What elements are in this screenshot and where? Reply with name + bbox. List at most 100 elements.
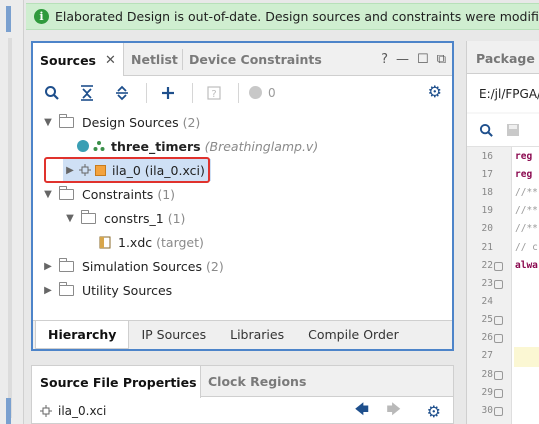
simulation-sources-count: (2) xyxy=(206,258,224,274)
tab-libraries[interactable]: Libraries xyxy=(218,321,296,349)
fold-marker-icon[interactable] xyxy=(494,334,503,343)
sources-view-tabs: Hierarchy IP Sources Libraries Compile O… xyxy=(33,320,452,349)
svg-text:?: ? xyxy=(211,89,216,100)
fold-marker-icon[interactable] xyxy=(494,280,503,289)
tab-clock-regions[interactable]: Clock Regions xyxy=(208,366,306,397)
tab-source-file-properties-label: Source File Properties xyxy=(40,374,197,390)
chevron-down-icon[interactable]: ▼ xyxy=(63,213,77,224)
chevron-right-icon[interactable]: ▶ xyxy=(41,261,55,272)
properties-tabbar: Source File Properties Clock Regions xyxy=(32,366,453,398)
three-timers-file: (Breathinglamp.v) xyxy=(204,138,319,154)
tab-ip-sources[interactable]: IP Sources xyxy=(129,321,218,349)
tab-source-file-properties[interactable]: Source File Properties xyxy=(32,366,201,398)
utility-sources-label: Utility Sources xyxy=(82,282,173,298)
tab-clock-regions-label: Clock Regions xyxy=(208,374,307,389)
toolbar-separator xyxy=(146,82,147,103)
expand-all-icon[interactable] xyxy=(111,82,133,104)
left-scrollbar[interactable] xyxy=(8,38,12,418)
tab-netlist-label: Netlist xyxy=(131,52,178,67)
tree-item-ila-0[interactable]: ▶ ila_0 (ila_0.xci) xyxy=(63,159,211,181)
tree-item-simulation-sources[interactable]: ▶ Simulation Sources (2) xyxy=(41,255,224,277)
fold-marker-icon[interactable] xyxy=(494,262,503,271)
design-sources-count: (2) xyxy=(182,114,201,130)
tab-device-constraints-label: Device Constraints xyxy=(189,52,322,67)
tab-divider xyxy=(182,49,183,70)
fold-marker-icon[interactable] xyxy=(494,316,503,325)
code-line-16: reg xyxy=(515,151,533,162)
tree-item-three-timers[interactable]: three_timers (Breathinglamp.v) xyxy=(77,135,318,157)
chevron-right-icon[interactable]: ▶ xyxy=(63,165,77,176)
minimize-icon[interactable]: — xyxy=(396,52,409,67)
code-line-21: // c xyxy=(515,242,538,253)
tree-item-design-sources[interactable]: ▼ Design Sources (2) xyxy=(41,111,200,133)
out-of-date-banner: i Elaborated Design is out-of-date. Desi… xyxy=(26,3,539,30)
design-sources-label: Design Sources xyxy=(82,114,179,130)
code-line-19: //** xyxy=(515,205,538,216)
code-line-22: alwa xyxy=(515,260,538,271)
forward-arrow-icon: 🡆 xyxy=(386,402,401,418)
search-icon[interactable] xyxy=(41,82,63,104)
folder-icon xyxy=(80,209,96,224)
help-icon[interactable]: ? xyxy=(381,52,388,67)
tree-item-xdc[interactable]: 1.xdc (target) xyxy=(99,231,204,253)
tab-netlist[interactable]: Netlist xyxy=(131,43,178,76)
line-number: 17 xyxy=(481,169,493,180)
close-icon[interactable]: ✕ xyxy=(105,53,116,68)
folder-icon xyxy=(58,281,74,296)
search-icon[interactable] xyxy=(479,123,494,138)
line-number: 19 xyxy=(481,205,493,216)
ip-xci-icon xyxy=(95,164,106,176)
code-line-18: //** xyxy=(515,187,538,198)
add-icon[interactable] xyxy=(157,82,179,104)
line-number: 25 xyxy=(481,314,493,325)
chevron-down-icon[interactable]: ▼ xyxy=(41,189,55,200)
tree-item-utility-sources[interactable]: ▶ Utility Sources xyxy=(41,279,172,301)
toolbar-separator-3 xyxy=(238,82,239,103)
chevron-down-icon[interactable]: ▼ xyxy=(41,117,55,128)
folder-icon xyxy=(58,113,74,128)
tab-package[interactable]: Package xyxy=(467,41,539,74)
line-number: 30 xyxy=(481,405,493,416)
collapse-all-icon[interactable] xyxy=(76,82,98,104)
tab-compile-order[interactable]: Compile Order xyxy=(296,321,411,349)
line-number: 23 xyxy=(481,278,493,289)
back-arrow-icon[interactable]: 🡄 xyxy=(355,399,369,423)
tab-device-constraints[interactable]: Device Constraints xyxy=(189,43,322,76)
tab-sources[interactable]: Sources ✕ xyxy=(33,43,124,77)
toolbar-separator-2 xyxy=(192,82,193,103)
line-number: 28 xyxy=(481,369,493,380)
float-icon[interactable]: ⧉ xyxy=(437,52,446,67)
line-number: 21 xyxy=(481,242,493,253)
line-number: 27 xyxy=(481,350,493,361)
module-hierarchy-icon xyxy=(93,141,105,151)
maximize-icon[interactable]: ☐ xyxy=(417,52,429,67)
line-number: 18 xyxy=(481,187,493,198)
fold-marker-icon[interactable] xyxy=(494,389,503,398)
gear-icon[interactable]: ⚙ xyxy=(427,402,441,421)
editor-panel: Package E:/jl/FPGA/ 16 17 18 19 20 21 22… xyxy=(466,41,539,424)
tab-sources-label: Sources xyxy=(40,52,96,68)
fold-marker-icon[interactable] xyxy=(494,407,503,416)
banner-message: Elaborated Design is out-of-date. Design… xyxy=(55,9,539,24)
code-editor[interactable]: 16 17 18 19 20 21 22 23 24 25 26 27 28 2… xyxy=(467,147,539,424)
tree-item-constraints[interactable]: ▼ Constraints (1) xyxy=(41,183,175,205)
tree-item-constrs-1[interactable]: ▼ constrs_1 (1) xyxy=(63,207,185,229)
editor-file-path: E:/jl/FPGA/ xyxy=(467,74,539,112)
properties-file-name: ila_0.xci xyxy=(58,404,107,418)
code-line-20: //** xyxy=(515,223,538,234)
source-file-properties-panel: Source File Properties Clock Regions ila… xyxy=(31,365,454,424)
tab-hierarchy[interactable]: Hierarchy xyxy=(35,321,130,349)
chevron-right-icon[interactable]: ▶ xyxy=(41,285,55,296)
editor-toolbar xyxy=(467,114,539,147)
folder-icon xyxy=(58,185,74,200)
xdc-file-icon xyxy=(99,236,111,248)
gear-icon[interactable]: ⚙ xyxy=(428,82,442,101)
ila-0-name: ila_0 (ila_0.xci) xyxy=(112,162,205,178)
info-icon: i xyxy=(34,9,49,24)
simulation-sources-label: Simulation Sources xyxy=(82,258,203,274)
hierarchy-help-icon: ? xyxy=(203,82,225,104)
line-number: 22 xyxy=(481,260,493,271)
left-sidebar-strip xyxy=(0,0,24,424)
fold-marker-icon[interactable] xyxy=(494,371,503,380)
ip-core-icon xyxy=(40,405,52,417)
